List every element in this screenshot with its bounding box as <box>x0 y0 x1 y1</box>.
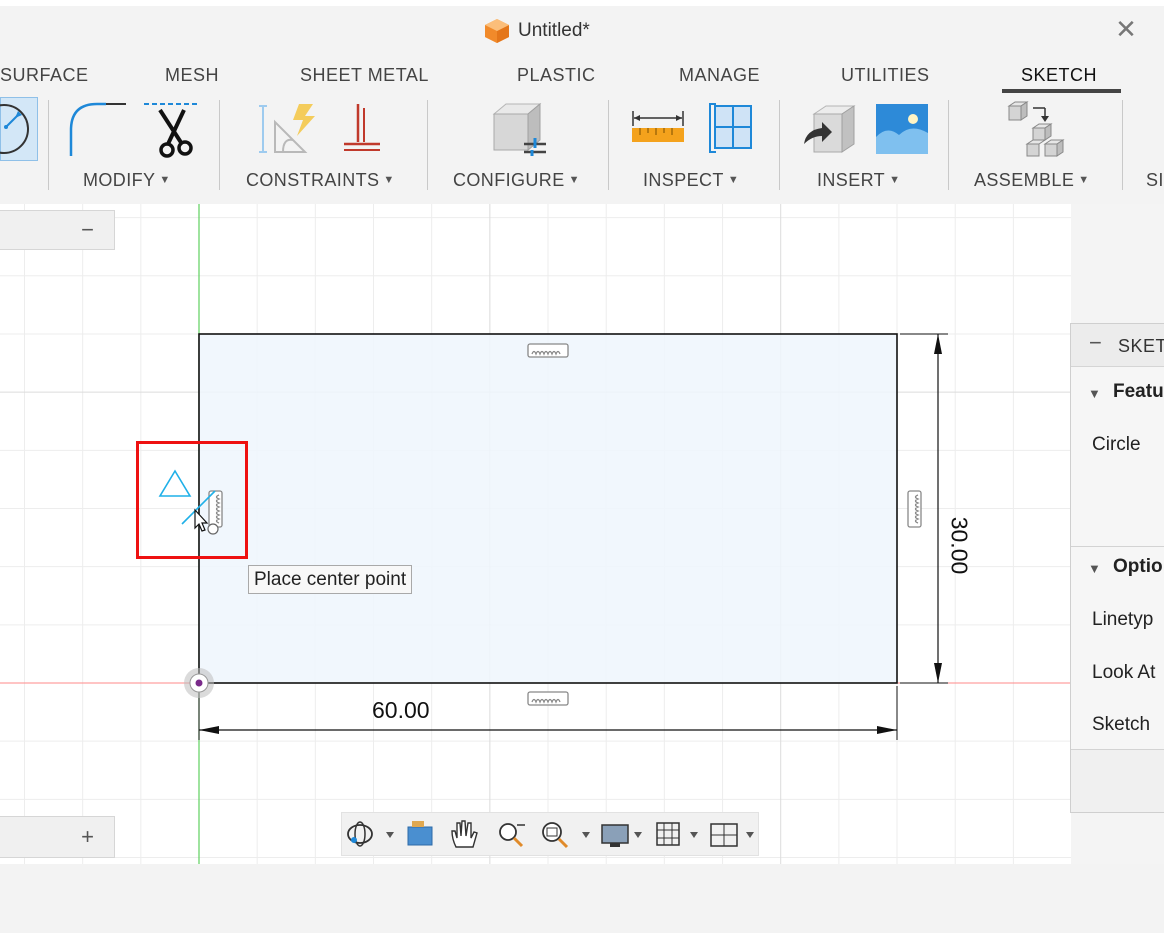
insert-canvas-button[interactable] <box>875 103 929 155</box>
bottom-bar <box>0 864 1164 933</box>
chevron-down-icon: ▼ <box>1078 174 1090 186</box>
assemble-blocks-icon <box>1007 101 1065 157</box>
circle-tool-button[interactable] <box>0 97 38 161</box>
insert-menu-label: INSERT <box>817 170 886 190</box>
browser-panel-header[interactable]: − <box>0 210 115 250</box>
configure-menu-label: CONFIGURE <box>453 170 565 190</box>
option-look-at-label: Look At <box>1092 662 1156 683</box>
chevron-down-icon: ▼ <box>383 174 395 186</box>
look-at-icon[interactable] <box>407 821 433 846</box>
fillet-tool-button[interactable] <box>66 98 128 160</box>
scissors-icon <box>144 103 200 158</box>
collapse-icon[interactable]: − <box>81 217 94 243</box>
select-menu-label: SI <box>1146 170 1164 190</box>
measure-tool-button[interactable] <box>630 108 686 148</box>
modify-menu-label: MODIFY <box>83 170 156 190</box>
grid-settings-icon[interactable] <box>656 822 698 846</box>
section-grid-icon <box>709 103 752 153</box>
perpendicular-icon <box>344 104 380 151</box>
pan-hand-icon[interactable] <box>451 820 478 848</box>
viewports-icon[interactable] <box>710 823 754 847</box>
expand-triangle-icon[interactable]: ▼ <box>1088 386 1101 401</box>
assemble-menu-label: ASSEMBLE <box>974 170 1075 190</box>
tab-utilities[interactable]: UTILITIES <box>841 62 930 88</box>
horizontal-constraint-icon <box>527 691 569 706</box>
insert-menu[interactable]: INSERT ▼ <box>817 169 900 191</box>
tab-plastic[interactable]: PLASTIC <box>517 62 596 88</box>
highlight-box <box>136 441 248 559</box>
assemble-menu[interactable]: ASSEMBLE ▼ <box>974 169 1090 191</box>
tab-sheet-metal[interactable]: SHEET METAL <box>300 62 429 88</box>
horizontal-constraint-icon <box>527 343 569 358</box>
window-title: Untitled* <box>518 20 590 41</box>
tab-manage[interactable]: MANAGE <box>679 62 760 88</box>
section-options[interactable]: Optio <box>1113 556 1163 578</box>
ruler-icon <box>632 111 684 142</box>
circle-center-icon <box>0 104 29 154</box>
insert-derive-button[interactable] <box>800 104 858 156</box>
tooltip: Place center point <box>248 565 413 594</box>
option-linetype-label: Linetyp <box>1092 609 1154 630</box>
chevron-down-icon: ▼ <box>568 174 580 186</box>
configure-menu[interactable]: CONFIGURE ▼ <box>453 169 580 191</box>
inspect-menu[interactable]: INSPECT ▼ <box>643 169 739 191</box>
title-bar: Untitled* ✕ <box>0 0 1164 56</box>
window-title-area: Untitled* <box>484 18 590 44</box>
tab-surface[interactable]: SURFACE <box>0 62 89 88</box>
collapse-icon[interactable]: − <box>1089 330 1102 356</box>
display-settings-icon[interactable] <box>601 824 642 847</box>
dimension-height-value[interactable]: 30.00 <box>945 517 972 575</box>
assemble-joint-button[interactable] <box>1005 100 1065 158</box>
sketch-palette: − SKETCH ▼ Featu Circle ▼ Optio Linetyp … <box>1070 323 1164 813</box>
section-features[interactable]: Featu <box>1113 381 1164 403</box>
tab-sketch[interactable]: SKETCH <box>1021 62 1097 88</box>
chevron-down-icon: ▼ <box>159 174 171 186</box>
palette-footer <box>1071 749 1164 812</box>
sketch-profile-fill <box>199 334 897 683</box>
feature-circle-label: Circle <box>1092 434 1141 455</box>
constraints-menu-label: CONSTRAINTS <box>246 170 380 190</box>
chevron-down-icon: ▼ <box>727 174 740 186</box>
dimension-width-value[interactable]: 60.00 <box>372 697 430 724</box>
option-sketch-label: Sketch <box>1092 714 1151 735</box>
configure-cube-icon <box>492 102 546 156</box>
orange-cube-icon <box>485 19 509 43</box>
constraints-menu[interactable]: CONSTRAINTS ▼ <box>246 169 395 191</box>
select-menu[interactable]: SI <box>1146 169 1164 191</box>
perpendicular-constraint-button[interactable] <box>340 100 384 158</box>
insert-arrow-cube-icon <box>804 105 856 153</box>
sketch-palette-title: SKETCH <box>1118 336 1164 356</box>
expand-icon[interactable]: + <box>81 824 94 850</box>
inspect-menu-label: INSPECT <box>643 170 724 190</box>
image-icon <box>876 104 928 154</box>
dimension-constraint-button[interactable] <box>255 100 317 158</box>
modify-menu[interactable]: MODIFY ▼ <box>83 169 171 191</box>
vertical-constraint-icon <box>907 490 922 528</box>
section-analysis-button[interactable] <box>706 100 758 156</box>
expand-triangle-icon[interactable]: ▼ <box>1088 561 1101 576</box>
tab-mesh[interactable]: MESH <box>165 62 219 88</box>
comments-panel-header[interactable]: + <box>0 816 115 858</box>
zoom-window-icon[interactable] <box>542 822 590 849</box>
constraint-dimension-icon <box>259 104 315 153</box>
fillet-icon <box>69 102 126 156</box>
navigation-bar <box>341 812 759 856</box>
active-tab-indicator <box>1002 89 1121 93</box>
trim-tool-button[interactable] <box>142 98 204 160</box>
orbit-icon[interactable] <box>347 821 394 847</box>
zoom-icon[interactable] <box>499 823 525 848</box>
configure-tool-button[interactable] <box>488 100 550 160</box>
close-button[interactable]: ✕ <box>1114 16 1138 42</box>
chevron-down-icon: ▼ <box>889 174 901 186</box>
